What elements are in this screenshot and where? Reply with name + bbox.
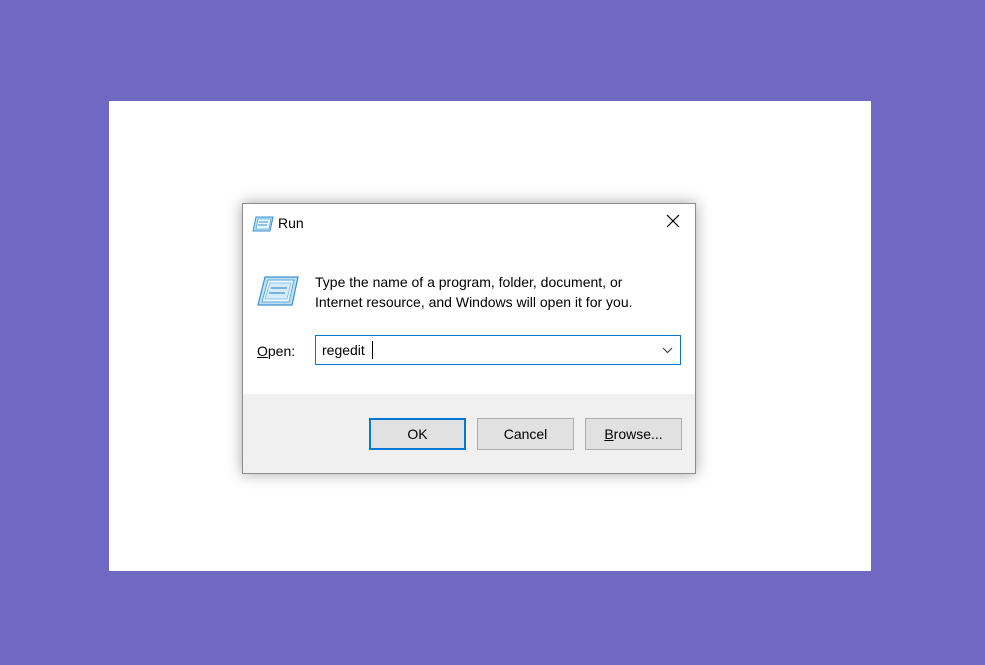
- description-line-2: Internet resource, and Windows will open…: [315, 294, 633, 310]
- run-dialog: Run Type the name of a program, folder, …: [242, 203, 696, 474]
- dialog-title: Run: [278, 215, 304, 231]
- close-icon: [666, 214, 680, 233]
- open-combobox[interactable]: [315, 335, 681, 365]
- ok-button[interactable]: OK: [369, 418, 466, 450]
- button-panel: OK Cancel Browse...: [243, 394, 695, 473]
- description-line-1: Type the name of a program, folder, docu…: [315, 274, 623, 290]
- open-label-text: pen:: [267, 343, 296, 359]
- browse-button[interactable]: Browse...: [585, 418, 682, 450]
- combobox-dropdown-button[interactable]: [656, 339, 678, 361]
- browse-label: rowse...: [613, 426, 663, 442]
- browse-accelerator: B: [604, 426, 614, 442]
- run-icon: [252, 216, 274, 232]
- dialog-description: Type the name of a program, folder, docu…: [315, 272, 675, 312]
- open-label: Open:: [257, 343, 295, 359]
- title-bar[interactable]: Run: [243, 204, 695, 243]
- cancel-button[interactable]: Cancel: [477, 418, 574, 450]
- text-caret: [372, 341, 373, 359]
- close-button[interactable]: [651, 204, 695, 242]
- run-program-icon: [257, 276, 299, 306]
- chevron-down-icon: [662, 341, 673, 359]
- open-label-accelerator: O: [257, 343, 268, 359]
